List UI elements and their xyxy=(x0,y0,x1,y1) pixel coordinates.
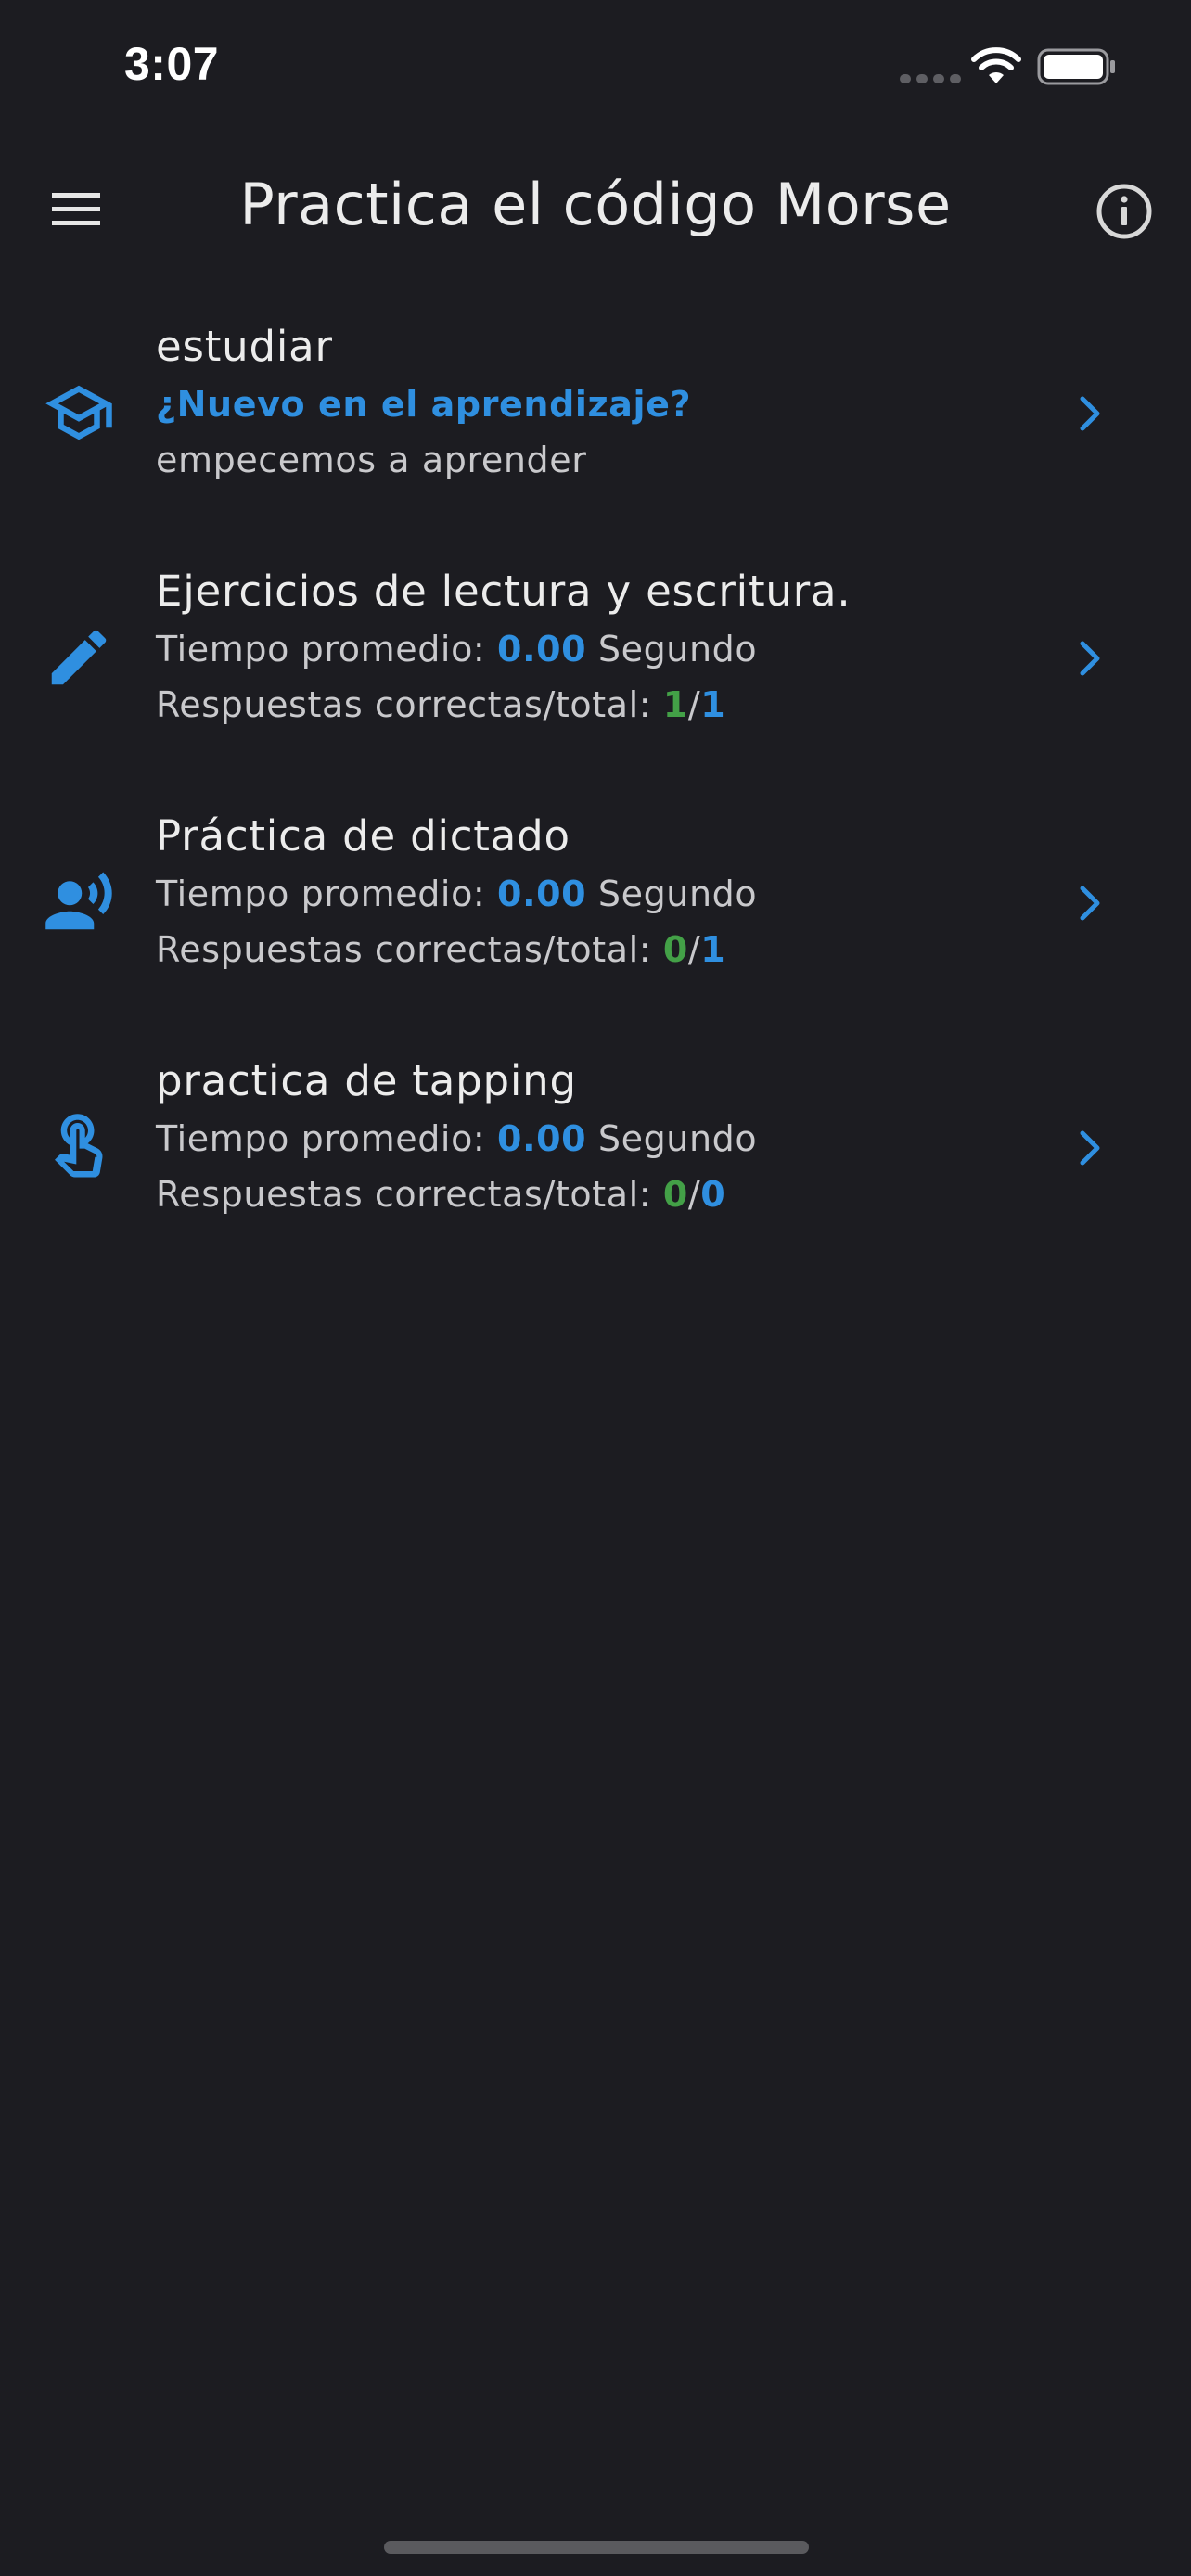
average-time-label: Tiempo promedio: xyxy=(156,874,486,914)
hamburger-menu-icon[interactable] xyxy=(50,189,102,230)
list-item-title: Ejercicios de lectura y escritura. xyxy=(156,567,852,616)
list-item-title: practica de tapping xyxy=(156,1056,577,1105)
average-time-value: 0.00 xyxy=(497,629,587,670)
practice-menu-list: estudiar ¿Nuevo en el aprendizaje? empec… xyxy=(0,306,1191,1285)
total-count: 1 xyxy=(700,929,726,970)
average-time-label: Tiempo promedio: xyxy=(156,1118,486,1159)
answers-label: Respuestas correctas/total: xyxy=(156,684,652,725)
list-item-title: estudiar xyxy=(156,322,333,371)
answers-line: Respuestas correctas/total: 1/1 xyxy=(156,677,1061,733)
answers-separator: / xyxy=(687,1174,701,1215)
list-item-text: Práctica de dictado Tiempo promedio: 0.0… xyxy=(156,807,1061,977)
average-time-unit: Segundo xyxy=(597,629,758,670)
total-count: 1 xyxy=(700,684,726,725)
correct-count: 0 xyxy=(662,1174,688,1215)
list-item-description: empecemos a aprender xyxy=(156,440,587,480)
status-time: 3:07 xyxy=(124,38,220,90)
answers-separator: / xyxy=(687,684,701,725)
average-time-unit: Segundo xyxy=(597,874,758,914)
total-count: 0 xyxy=(700,1174,726,1215)
average-time-unit: Segundo xyxy=(597,1118,758,1159)
chevron-right-icon xyxy=(1080,1130,1100,1166)
chevron-right-icon xyxy=(1080,641,1100,676)
info-circle-icon[interactable] xyxy=(1095,182,1154,241)
answers-line: Respuestas correctas/total: 0/0 xyxy=(156,1167,1061,1222)
list-item-text: estudiar ¿Nuevo en el aprendizaje? empec… xyxy=(156,317,1061,488)
average-time-value: 0.00 xyxy=(497,1118,587,1159)
list-item-lectura-escritura[interactable]: Ejercicios de lectura y escritura. Tiemp… xyxy=(0,551,1191,796)
answers-separator: / xyxy=(687,929,701,970)
page-title: Practica el código Morse xyxy=(239,171,952,238)
list-item-tapping[interactable]: practica de tapping Tiempo promedio: 0.0… xyxy=(0,1040,1191,1285)
person-speaking-icon xyxy=(45,872,112,930)
correct-count: 0 xyxy=(662,929,688,970)
home-indicator[interactable] xyxy=(384,2541,809,2554)
correct-count: 1 xyxy=(662,684,688,725)
chevron-right-icon xyxy=(1080,396,1100,431)
list-item-subtitle: ¿Nuevo en el aprendizaje? xyxy=(156,384,692,425)
average-time-line: Tiempo promedio: 0.00 Segundo xyxy=(156,866,1061,922)
average-time-label: Tiempo promedio: xyxy=(156,629,486,670)
status-bar: 3:07 xyxy=(0,0,1191,139)
finger-tap-icon xyxy=(55,1114,103,1178)
app-bar: Practica el código Morse xyxy=(0,139,1191,282)
average-time-line: Tiempo promedio: 0.00 Segundo xyxy=(156,1111,1061,1167)
answers-line: Respuestas correctas/total: 0/1 xyxy=(156,922,1061,977)
answers-label: Respuestas correctas/total: xyxy=(156,1174,652,1215)
list-item-text: Ejercicios de lectura y escritura. Tiemp… xyxy=(156,562,1061,733)
wifi-icon xyxy=(971,47,1021,83)
battery-icon xyxy=(1037,48,1115,85)
list-item-dictado[interactable]: Práctica de dictado Tiempo promedio: 0.0… xyxy=(0,796,1191,1040)
average-time-line: Tiempo promedio: 0.00 Segundo xyxy=(156,621,1061,677)
pencil-icon xyxy=(51,630,107,685)
list-item-title: Práctica de dictado xyxy=(156,811,570,861)
list-item-text: practica de tapping Tiempo promedio: 0.0… xyxy=(156,1052,1061,1222)
list-item-estudiar[interactable]: estudiar ¿Nuevo en el aprendizaje? empec… xyxy=(0,306,1191,551)
cellular-signal-icon xyxy=(900,74,961,83)
answers-label: Respuestas correctas/total: xyxy=(156,929,652,970)
graduation-cap-icon xyxy=(45,385,112,440)
chevron-right-icon xyxy=(1080,886,1100,921)
average-time-value: 0.00 xyxy=(497,874,587,914)
